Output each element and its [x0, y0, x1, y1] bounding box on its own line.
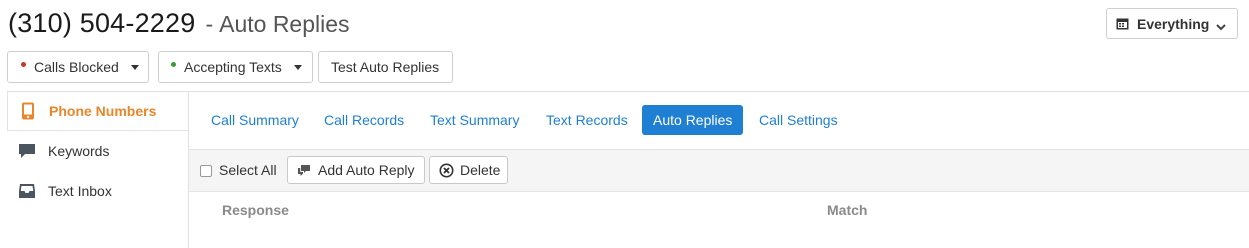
chat-bubbles-icon [297, 163, 312, 178]
add-auto-reply-button[interactable]: Add Auto Reply [287, 156, 425, 184]
tab-call-settings[interactable]: Call Settings [759, 105, 838, 135]
delete-circle-icon [439, 163, 454, 178]
sidebar-item-keywords[interactable]: Keywords [7, 131, 188, 171]
column-header-match[interactable]: Match [827, 202, 867, 218]
sidebar-item-label: Text Inbox [48, 183, 112, 199]
tab-call-summary[interactable]: Call Summary [211, 105, 299, 135]
calls-status-dot [21, 61, 26, 67]
tab-auto-replies[interactable]: Auto Replies [642, 105, 744, 135]
inbox-tray-icon [18, 182, 36, 200]
tab-bar: Call Summary Call Records Text Summary T… [189, 92, 1249, 149]
list-toolbar: Select All Add Auto Reply Delete [189, 149, 1249, 192]
calendar-icon [1116, 17, 1129, 30]
page-header: (310) 504-2229 - Auto Replies [8, 8, 350, 44]
chevron-down-icon [1216, 19, 1227, 30]
accepting-texts-dropdown[interactable]: Accepting Texts [158, 51, 313, 83]
table-header: Response Match [189, 192, 1249, 228]
sidebar-item-text-inbox[interactable]: Text Inbox [7, 171, 188, 211]
caret-down-icon [130, 64, 139, 70]
date-range-dropdown[interactable]: Everything [1106, 8, 1238, 39]
chat-bubble-icon [18, 142, 36, 160]
caret-down-icon [293, 64, 302, 70]
sidebar-nav: Phone Numbers Keywords Text Inbox [7, 91, 188, 248]
texts-status-dot [171, 61, 176, 67]
tab-text-summary[interactable]: Text Summary [430, 105, 519, 135]
main-panel: Call Summary Call Records Text Summary T… [188, 91, 1249, 248]
calls-blocked-label: Calls Blocked [34, 59, 119, 75]
tab-call-records[interactable]: Call Records [324, 105, 404, 135]
phone-icon [19, 102, 37, 120]
page-title: Auto Replies [219, 11, 350, 37]
title-separator: - [205, 11, 214, 37]
select-all-checkbox[interactable] [200, 165, 212, 177]
calls-blocked-dropdown[interactable]: Calls Blocked [7, 51, 149, 83]
select-all-label[interactable]: Select All [219, 162, 277, 178]
add-auto-reply-label: Add Auto Reply [318, 162, 415, 178]
test-auto-replies-label: Test Auto Replies [331, 59, 440, 75]
accepting-texts-label: Accepting Texts [184, 59, 282, 75]
sidebar-item-label: Phone Numbers [49, 103, 157, 119]
test-auto-replies-button[interactable]: Test Auto Replies [318, 51, 453, 83]
tab-text-records[interactable]: Text Records [546, 105, 628, 135]
delete-button[interactable]: Delete [429, 156, 508, 184]
sidebar-item-label: Keywords [48, 143, 110, 159]
delete-label: Delete [460, 162, 501, 178]
column-header-response[interactable]: Response [222, 202, 289, 218]
sidebar-item-phone-numbers[interactable]: Phone Numbers [7, 91, 188, 131]
phone-number-title: (310) 504-2229 [8, 8, 196, 38]
date-range-label: Everything [1137, 15, 1210, 32]
